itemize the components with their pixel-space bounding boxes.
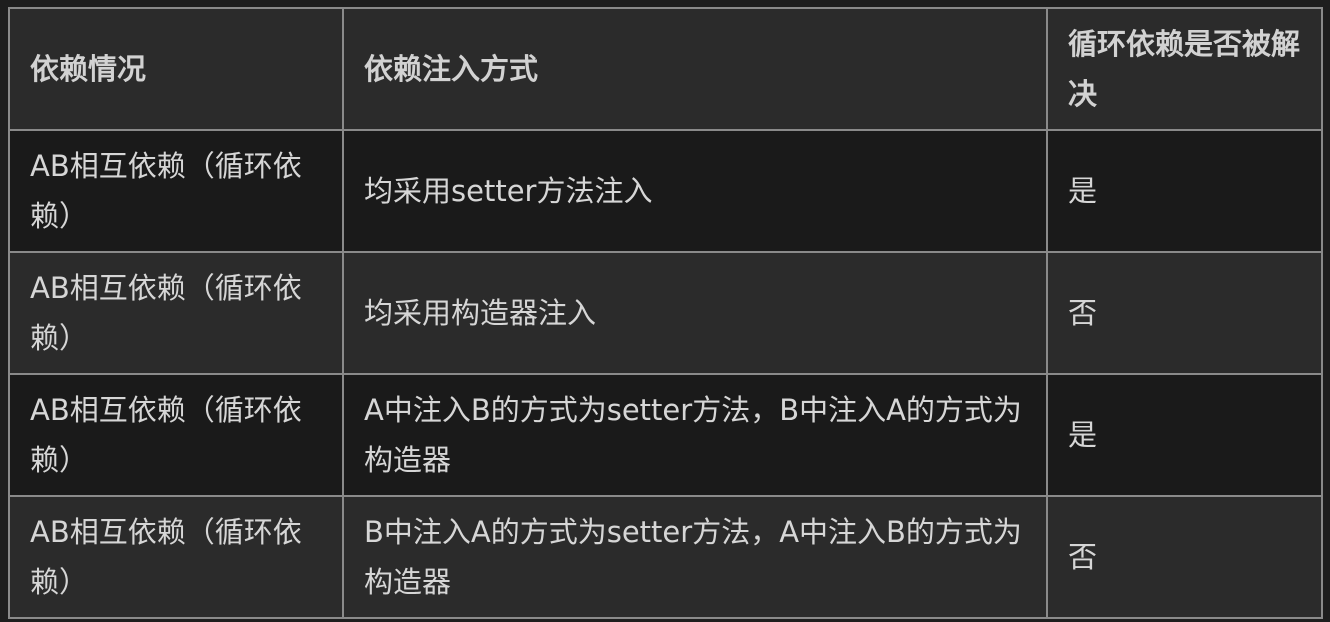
cell-injection-method: A中注入B的方式为setter方法，B中注入A的方式为构造器 [342, 373, 1048, 497]
cell-circular-resolved: 否 [1046, 495, 1323, 619]
table-row: AB相互依赖（循环依赖） B中注入A的方式为setter方法，A中注入B的方式为… [8, 495, 1323, 619]
cell-dependency-situation: AB相互依赖（循环依赖） [8, 129, 344, 253]
dependency-table: 依赖情况 依赖注入方式 循环依赖是否被解决 AB相互依赖（循环依赖） 均采用se… [8, 7, 1323, 619]
table-row: AB相互依赖（循环依赖） A中注入B的方式为setter方法，B中注入A的方式为… [8, 373, 1323, 497]
cell-circular-resolved: 是 [1046, 373, 1323, 497]
cell-dependency-situation: AB相互依赖（循环依赖） [8, 373, 344, 497]
dependency-table-container: 依赖情况 依赖注入方式 循环依赖是否被解决 AB相互依赖（循环依赖） 均采用se… [8, 7, 1323, 619]
table-row: AB相互依赖（循环依赖） 均采用setter方法注入 是 [8, 129, 1323, 253]
cell-circular-resolved: 是 [1046, 129, 1323, 253]
header-circular-resolved: 循环依赖是否被解决 [1046, 7, 1323, 131]
header-row: 依赖情况 依赖注入方式 循环依赖是否被解决 [8, 7, 1323, 131]
header-dependency-situation: 依赖情况 [8, 7, 344, 131]
cell-circular-resolved: 否 [1046, 251, 1323, 375]
table-row: AB相互依赖（循环依赖） 均采用构造器注入 否 [8, 251, 1323, 375]
table-header: 依赖情况 依赖注入方式 循环依赖是否被解决 [8, 7, 1323, 131]
cell-dependency-situation: AB相互依赖（循环依赖） [8, 251, 344, 375]
table-body: AB相互依赖（循环依赖） 均采用setter方法注入 是 AB相互依赖（循环依赖… [8, 129, 1323, 619]
cell-injection-method: 均采用setter方法注入 [342, 129, 1048, 253]
cell-injection-method: B中注入A的方式为setter方法，A中注入B的方式为构造器 [342, 495, 1048, 619]
cell-dependency-situation: AB相互依赖（循环依赖） [8, 495, 344, 619]
cell-injection-method: 均采用构造器注入 [342, 251, 1048, 375]
header-injection-method: 依赖注入方式 [342, 7, 1048, 131]
